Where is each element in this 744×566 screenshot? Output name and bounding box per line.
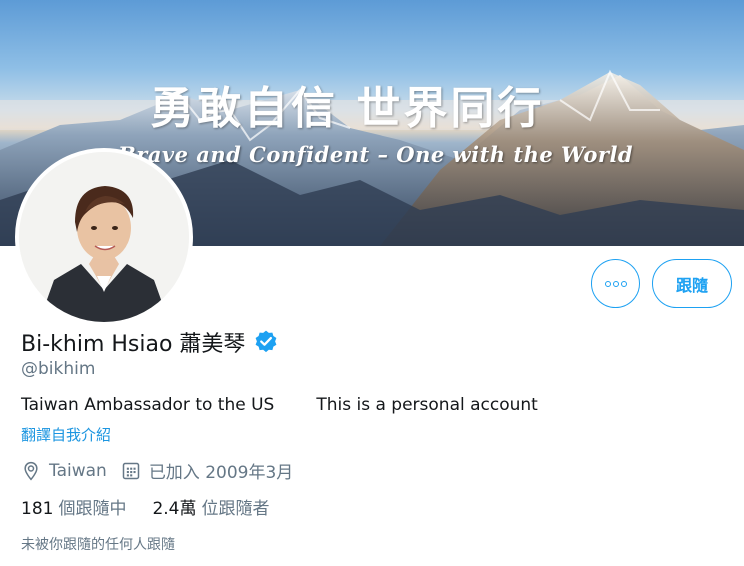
more-dots-icon — [620, 280, 627, 287]
avatar[interactable] — [15, 148, 193, 326]
profile-meta: Taiwan 已加入 2009年3月 — [21, 458, 307, 483]
followers-count: 2.4萬 — [152, 499, 197, 519]
calendar-icon — [122, 462, 140, 479]
following-label: 個跟隨中 — [58, 499, 127, 519]
more-dots-icon — [612, 280, 619, 287]
banner-title-cn: 勇敢自信 世界同行 — [150, 83, 545, 134]
location-text: Taiwan — [49, 460, 107, 481]
follow-button[interactable]: 跟隨 — [652, 259, 732, 308]
following-count-link[interactable]: 181 個跟隨中 — [21, 494, 126, 519]
joined-item: 已加入 2009年3月 — [121, 458, 293, 483]
bio: Taiwan Ambassador to the US This is a per… — [21, 395, 538, 415]
location-pin-icon — [24, 461, 38, 480]
follow-counts: 181 個跟隨中 2.4萬 位跟隨者 — [21, 494, 296, 519]
followers-label: 位跟隨者 — [201, 499, 270, 519]
followers-count-link[interactable]: 2.4萬 位跟隨者 — [152, 494, 269, 519]
handle: @bikhim — [21, 359, 96, 379]
following-count: 181 — [21, 499, 54, 519]
display-name: Bi-khim Hsiao 蕭美琴 — [21, 332, 246, 357]
bio-text-1: Taiwan Ambassador to the US — [21, 395, 275, 415]
banner-title-en: Brave and Confident – One with the World — [118, 142, 634, 167]
location-item: Taiwan — [21, 461, 107, 481]
joined-text: 已加入 2009年3月 — [148, 463, 294, 483]
profile-name-row: Bi-khim Hsiao 蕭美琴 — [21, 326, 279, 358]
more-options-button[interactable] — [591, 259, 640, 308]
more-dots-icon — [604, 280, 611, 287]
translate-bio-link[interactable]: 翻譯自我介紹 — [21, 424, 111, 445]
verified-badge-icon — [256, 330, 277, 353]
bio-text-2: This is a personal account — [316, 395, 538, 415]
profile-photo — [19, 152, 189, 322]
followed-by-note: 未被你跟隨的任何人跟隨 — [21, 537, 175, 553]
